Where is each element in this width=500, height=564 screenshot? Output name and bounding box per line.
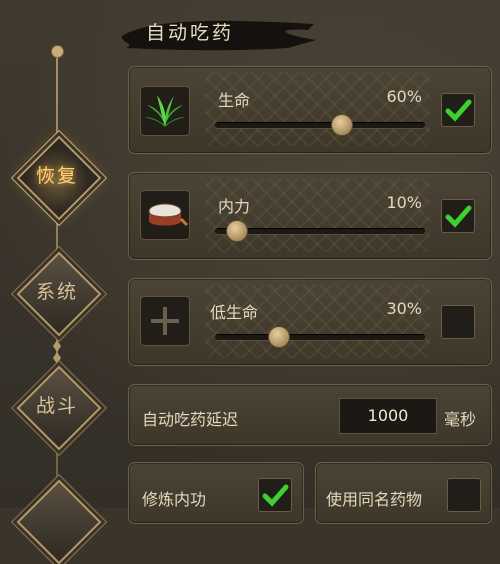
- potion-checkbox[interactable]: [441, 199, 475, 233]
- nav-tab-system[interactable]: 系统: [16, 251, 102, 337]
- delay-label: 自动吃药延迟: [142, 410, 239, 429]
- potion-checkbox[interactable]: [441, 305, 475, 339]
- nav-tab-label: 战斗: [35, 395, 78, 417]
- potion-slider-knob[interactable]: [226, 220, 248, 242]
- option-checkbox[interactable]: [447, 478, 481, 512]
- nav-tab-label: 系统: [35, 281, 78, 303]
- nav-tab-battle[interactable]: 战斗: [16, 365, 102, 451]
- delay-input[interactable]: 1000: [339, 398, 437, 434]
- potion-checkbox[interactable]: [441, 93, 475, 127]
- potion-percent: 30%: [386, 299, 422, 318]
- delay-unit: 毫秒: [444, 410, 477, 429]
- option-label: 修炼内功: [142, 490, 207, 509]
- potion-slider-knob[interactable]: [331, 114, 353, 136]
- nav-tab-more[interactable]: [16, 479, 102, 564]
- potion-label: 生命: [218, 91, 251, 110]
- potion-percent: 10%: [386, 193, 422, 212]
- potion-percent: 60%: [386, 87, 422, 106]
- rail-ornament: [53, 340, 61, 364]
- potion-slider-track[interactable]: [215, 334, 425, 341]
- herb-icon: [140, 86, 190, 136]
- nav-tab-label: 恢复: [35, 165, 78, 187]
- potion-label: 低生命: [210, 303, 259, 322]
- potion-slider-track[interactable]: [215, 122, 425, 129]
- page-title: 自动吃药: [146, 22, 235, 44]
- plus-icon: [140, 296, 190, 346]
- potion-slider-knob[interactable]: [268, 326, 290, 348]
- option-checkbox[interactable]: [258, 478, 292, 512]
- potion-label: 内力: [218, 197, 251, 216]
- drum-icon: [140, 190, 190, 240]
- rail-top-dot: [51, 45, 64, 58]
- option-label: 使用同名药物: [326, 490, 423, 509]
- nav-tab-recover[interactable]: 恢复: [16, 135, 102, 221]
